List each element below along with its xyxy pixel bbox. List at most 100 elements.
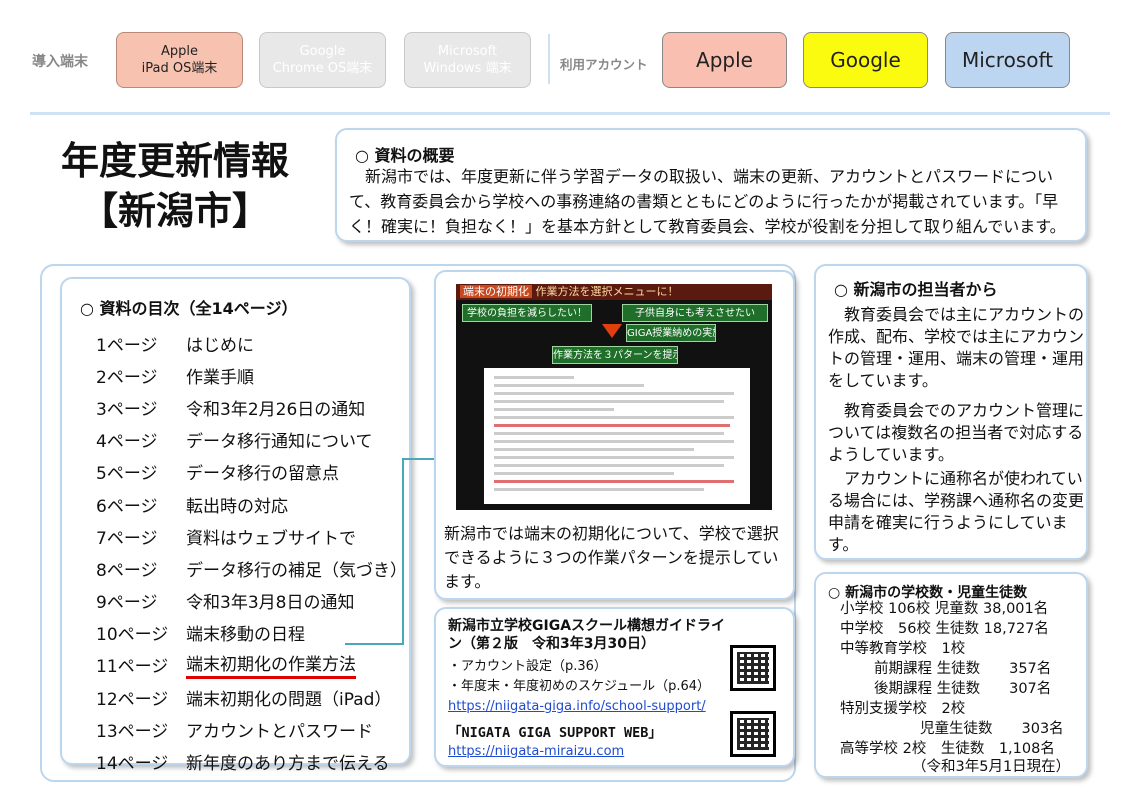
device-microsoft-windows[interactable]: Microsoft Windows 端末	[404, 32, 531, 88]
toc-heading: ○ 資料の目次（全14ページ）	[80, 299, 298, 318]
overview-heading: ○ 資料の概要	[355, 146, 455, 165]
header-rule	[30, 112, 1110, 115]
toc-page-number: 11ページ	[96, 657, 169, 678]
document-screenshot: 端末の初期化 作業方法を選択メニューに！ 学校の負担を減らしたい！ 子供自身にも…	[456, 284, 772, 510]
screenshot-box-4: 作業方法を３パターンを提示	[552, 346, 678, 364]
schools-row-special-support: 特別支援学校 2校	[840, 701, 966, 717]
guideline-qr-code-icon[interactable]	[730, 645, 776, 691]
toc-item-title: 資料はウェブサイトで	[186, 528, 356, 549]
contact-card: ○ 新潟市の担当者から 教育委員会では主にアカウントの作成、配布、学校では主にア…	[814, 264, 1088, 560]
toc-item[interactable]: 13ページ アカウントとパスワード	[96, 713, 407, 745]
schools-row-junior-high: 中学校 56校 生徒数 18,727名	[840, 621, 1049, 637]
toc-item[interactable]: 7ページ 資料はウェブサイトで	[96, 520, 407, 552]
schools-row-first-half: 前期課程 生徒数 357名	[874, 661, 1052, 677]
contact-paragraph-2: 教育委員会でのアカウント管理については複数名の担当者で対応するようしています。	[828, 401, 1085, 464]
contact-paragraph-1: 教育委員会では主にアカウントの作成、配布、学校では主にアカウントの管理・運用、端…	[828, 305, 1085, 390]
screenshot-banner: 端末の初期化 作業方法を選択メニューに！	[456, 284, 772, 300]
toc-item-title: 端末初期化の作業方法	[186, 650, 356, 680]
screenshot-down-arrow-icon	[602, 324, 622, 338]
page-title-line1: 年度更新情報	[60, 139, 289, 183]
toc-item[interactable]: 6ページ 転出時の対応	[96, 488, 407, 520]
toc-page-number: 5ページ	[96, 464, 158, 485]
toc-page-number: 4ページ	[96, 432, 158, 453]
toc-item-title: 転出時の対応	[186, 496, 288, 517]
contact-paragraph-3: アカウントに通称名が使われている場合には、学務課へ通称名の変更申請を確実に行うよ…	[828, 469, 1085, 554]
toc-page-number: 3ページ	[96, 399, 158, 420]
toc-item-title: データ移行通知について	[186, 432, 373, 453]
toc-list: 1ページ はじめに 2ページ 作業手順 3ページ 令和3年2月26日の通知 4ページ データ移…	[96, 327, 407, 778]
toc-item[interactable]: 9ページ 令和3年3月8日の通知	[96, 585, 407, 617]
schools-row-special-students: 児童生徒数 303名	[920, 721, 1064, 737]
device-google-chrome[interactable]: Google Chrome OS端末	[259, 32, 386, 88]
account-apple-button[interactable]: Apple	[662, 32, 787, 88]
device-apple-ipad[interactable]: Apple iPad OS端末	[116, 32, 243, 88]
guideline-card: 新潟市立学校GIGAスクール構想ガイドライン（第２版 令和3年3月30日） ・ア…	[434, 607, 795, 767]
support-site-qr-code-icon[interactable]	[730, 711, 776, 757]
toc-page-number: 2ページ	[96, 367, 158, 388]
toc-item-title: 端末移動の日程	[186, 625, 305, 646]
account-label: 利用アカウント	[560, 57, 648, 72]
toc-page-number: 8ページ	[96, 560, 158, 581]
screenshot-box-3: GIGA授業納めの実施	[626, 324, 716, 342]
toc-item-title: 令和3年3月8日の通知	[186, 593, 355, 614]
guideline-title: 新潟市立学校GIGAスクール構想ガイドライン（第２版 令和3年3月30日）	[448, 618, 726, 652]
toc-item-title: 新年度のあり方まで伝える	[186, 754, 390, 775]
toc-item[interactable]: 3ページ 令和3年2月26日の通知	[96, 391, 407, 423]
toc-item-title: 令和3年2月26日の通知	[186, 399, 366, 420]
toc-item[interactable]: 4ページ データ移行通知について	[96, 424, 407, 456]
toc-page-number: 9ページ	[96, 593, 158, 614]
toc-item[interactable]: 5ページ データ移行の留意点	[96, 456, 407, 488]
device-google-line2: Chrome OS端末	[272, 61, 373, 76]
toc-page-number: 13ページ	[96, 721, 169, 742]
device-label: 導入端末	[32, 54, 88, 70]
toc-item[interactable]: 2ページ 作業手順	[96, 359, 407, 391]
schools-row-secondary: 中等教育学校 1校	[840, 641, 966, 657]
screenshot-box-2: 子供自身にも考えさせたい	[622, 304, 768, 322]
toc-page-number: 6ページ	[96, 496, 158, 517]
connector-line-v	[402, 458, 404, 645]
toc-item-title: 作業手順	[186, 367, 254, 388]
toc-item[interactable]: 8ページ データ移行の補足（気づき）	[96, 552, 407, 584]
guideline-link-1[interactable]: https://niigata-giga.info/school-support…	[448, 699, 706, 714]
account-google-button[interactable]: Google	[803, 32, 928, 88]
toc-item[interactable]: 11ページ 端末初期化の作業方法	[96, 649, 407, 681]
toc-page-number: 12ページ	[96, 689, 169, 710]
contact-heading: ○ 新潟市の担当者から	[834, 280, 998, 299]
toc-item[interactable]: 1ページ はじめに	[96, 327, 407, 359]
schools-as-of-date: （令和3年5月1日現在）	[912, 759, 1071, 775]
toc-page-number: 1ページ	[96, 335, 158, 356]
overview-card: ○ 資料の概要 新潟市では、年度更新に伴う学習データの取扱い、端末の更新、アカウ…	[335, 128, 1087, 242]
page-title: 年度更新情報 【新潟市】	[40, 136, 310, 236]
toc-item-title: データ移行の留意点	[186, 464, 339, 485]
toc-card: ○ 資料の目次（全14ページ） 1ページ はじめに 2ページ 作業手順 3ページ 令和3年…	[60, 277, 411, 774]
toc-item-title: アカウントとパスワード	[186, 721, 373, 742]
schools-card: ○ 新潟市の学校数・児童生徒数 小学校 106校 児童数 38,001名 中学校…	[814, 572, 1088, 778]
device-ms-line2: Windows 端末	[423, 61, 512, 76]
screenshot-banner-text: 作業方法を選択メニューに！	[535, 285, 679, 298]
schools-row-elementary: 小学校 106校 児童数 38,001名	[840, 601, 1049, 617]
screenshot-banner-tag: 端末の初期化	[460, 285, 532, 298]
guideline-item-1: ・アカウント設定（p.36）	[448, 659, 607, 674]
toc-item[interactable]: 14ページ 新年度のあり方まで伝える	[96, 745, 407, 777]
connector-line-h1	[345, 643, 403, 645]
screenshot-box-1: 学校の負担を減らしたい！	[462, 304, 592, 322]
device-apple-line2: iPad OS端末	[141, 61, 218, 76]
toc-page-number: 14ページ	[96, 754, 169, 775]
guideline-item-2: ・年度末・年度初めのスケジュール（p.64）	[448, 679, 711, 694]
toc-item-title: データ移行の補足（気づき）	[186, 560, 407, 581]
schools-row-second-half: 後期課程 生徒数 307名	[874, 681, 1052, 697]
toc-page-number: 7ページ	[96, 528, 158, 549]
support-site-name: 「NIGATA GIGA SUPPORT WEB」	[448, 725, 662, 741]
device-apple-line1: Apple	[160, 44, 198, 59]
device-ms-line1: Microsoft	[437, 44, 498, 59]
header-divider	[548, 34, 550, 84]
toc-item-title: 端末初期化の問題（iPad）	[186, 689, 392, 710]
account-microsoft-button[interactable]: Microsoft	[945, 32, 1070, 88]
initialization-description: 新潟市では端末の初期化について、学校で選択できるように３つの作業パターンを提示し…	[444, 524, 779, 591]
guideline-items: ・アカウント設定（p.36） ・年度末・年度初めのスケジュール（p.64） ht…	[448, 657, 710, 717]
toc-item-title: はじめに	[186, 335, 254, 356]
device-google-line1: Google	[299, 44, 346, 59]
support-site-link[interactable]: https://niigata-miraizu.com	[448, 744, 624, 759]
page-title-line2: 【新潟市】	[79, 189, 270, 233]
toc-item[interactable]: 12ページ 端末初期化の問題（iPad）	[96, 681, 407, 713]
